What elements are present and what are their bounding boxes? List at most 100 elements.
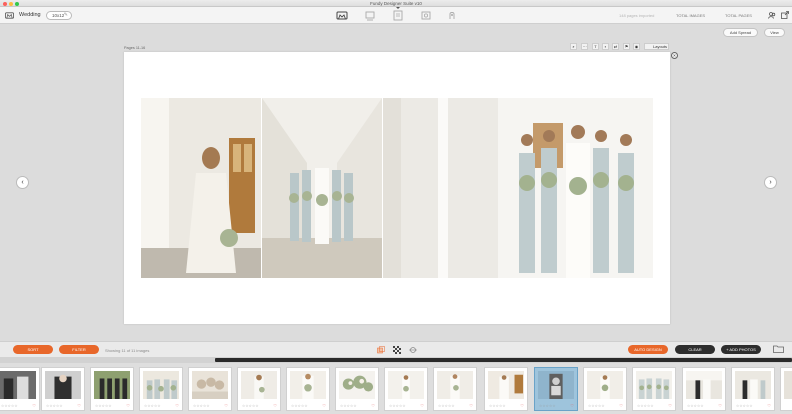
thumbnail-item[interactable]: ☆☆☆☆☆ ♡ <box>139 367 183 411</box>
favorite-heart-icon[interactable]: ♡ <box>126 403 130 408</box>
rating-stars[interactable]: ☆☆☆☆☆ <box>489 404 506 408</box>
filmstrip: ☆☆☆☆☆ ♡ ☆☆☆☆☆ ♡ ☆☆☆☆☆ ♡ ☆☆☆☆☆ ♡ ☆☆☆☆☆ ♡ … <box>0 363 792 414</box>
layouts-button[interactable]: Layouts <box>644 43 669 50</box>
favorite-heart-icon[interactable]: ♡ <box>469 403 473 408</box>
window-titlebar: Fundy Designer Suite v10 <box>0 0 792 7</box>
proof-icon[interactable] <box>446 10 458 21</box>
favorite-heart-icon[interactable]: ♡ <box>32 403 36 408</box>
thumbnail-item[interactable] <box>780 367 792 411</box>
export-icon[interactable] <box>781 11 789 19</box>
sort-button[interactable]: SORT <box>13 345 53 354</box>
rating-stars[interactable]: ☆☆☆☆☆ <box>637 404 654 408</box>
photo-bridal-party-group[interactable] <box>383 98 653 278</box>
close-spread-icon[interactable]: × <box>671 52 678 59</box>
mode-switcher <box>336 7 460 22</box>
thumbnail-item[interactable]: ☆☆☆☆☆ ♡ <box>682 367 726 411</box>
thumbnail-item[interactable]: ☆☆☆☆☆ ♡ <box>484 367 528 411</box>
thumbnail-item[interactable]: ☆☆☆☆☆ ♡ <box>0 367 40 411</box>
ruler-icon[interactable]: ⋯ <box>581 43 588 50</box>
favorite-heart-icon[interactable]: ♡ <box>273 403 277 408</box>
rating-stars[interactable]: ☆☆☆☆☆ <box>736 404 753 408</box>
album-spread[interactable] <box>124 52 670 324</box>
thumbnail-item[interactable]: ☆☆☆☆☆ ♡ <box>433 367 477 411</box>
previous-spread-button[interactable]: ‹ <box>16 176 29 189</box>
thumbnail-item[interactable]: ☆☆☆☆☆ ♡ <box>90 367 134 411</box>
favorite-heart-icon[interactable]: ♡ <box>520 403 524 408</box>
zoom-icon[interactable]: ⌕ <box>570 43 577 50</box>
favorite-heart-icon[interactable]: ♡ <box>668 403 672 408</box>
project-name[interactable]: Wedding <box>19 12 41 18</box>
favorite-heart-icon[interactable]: ♡ <box>619 403 623 408</box>
thumbnail-item[interactable]: ☆☆☆☆☆ ♡ <box>188 367 232 411</box>
thumbnail-item[interactable]: ☆☆☆☆☆ ♡ <box>583 367 627 411</box>
favorite-heart-icon[interactable]: ♡ <box>570 403 574 408</box>
thumbnail-item[interactable]: ☆☆☆☆☆ ♡ <box>731 367 775 411</box>
auto-design-button[interactable]: AUTO DESIGN <box>628 345 668 354</box>
album-size-selector[interactable]: 10x12 ✎ <box>46 10 72 20</box>
favorite-heart-icon[interactable]: ♡ <box>718 403 722 408</box>
favorite-heart-icon[interactable]: ♡ <box>420 403 424 408</box>
add-spread-button[interactable]: Add Spread <box>723 28 758 37</box>
grid-view-icon[interactable] <box>393 346 401 354</box>
favorite-heart-icon[interactable]: ♡ <box>224 403 228 408</box>
used-images-stat: 148 pages imported <box>619 13 655 18</box>
rating-stars[interactable]: ☆☆☆☆☆ <box>46 404 63 408</box>
rating-stars[interactable]: ☆☆☆☆☆ <box>588 404 605 408</box>
wall-art-icon[interactable] <box>364 10 376 21</box>
rating-stars[interactable]: ☆☆☆☆☆ <box>340 404 357 408</box>
flag-icon[interactable]: ⚑ <box>623 43 630 50</box>
rating-stars[interactable]: ☆☆☆☆☆ <box>242 404 259 408</box>
pages-indicator: Pages 11-16 <box>124 46 146 50</box>
album-size-value: 10x12 <box>52 12 65 18</box>
clear-button[interactable]: CLEAR <box>675 345 715 354</box>
swap-icon[interactable]: ⇄ <box>612 43 619 50</box>
album-designer-icon[interactable] <box>336 10 348 21</box>
chevron-left-icon: ‹ <box>21 179 24 186</box>
next-spread-button[interactable]: › <box>764 176 777 189</box>
folder-icon[interactable] <box>773 345 784 353</box>
favorite-heart-icon[interactable]: ♡ <box>322 403 326 408</box>
rating-stars[interactable]: ☆☆☆☆☆ <box>1 404 18 408</box>
filmstrip-scrollbar-thumb[interactable] <box>215 358 792 362</box>
photo-bride-portrait[interactable] <box>141 98 261 278</box>
favorite-heart-icon[interactable]: ♡ <box>77 403 81 408</box>
layouts-label: Layouts <box>653 44 668 49</box>
rating-stars[interactable]: ☆☆☆☆☆ <box>438 404 455 408</box>
text-tool-icon[interactable]: T <box>592 43 599 50</box>
rating-stars[interactable]: ☆☆☆☆☆ <box>193 404 210 408</box>
add-photos-button[interactable]: + ADD PHOTOS <box>721 345 761 354</box>
rating-stars[interactable]: ☆☆☆☆☆ <box>687 404 704 408</box>
total-pages-stat: TOTAL PAGES <box>725 13 752 18</box>
view-button[interactable]: View <box>764 28 785 37</box>
compare-icon[interactable] <box>409 346 417 354</box>
rating-stars[interactable]: ☆☆☆☆☆ <box>539 404 556 408</box>
favorite-heart-icon[interactable]: ♡ <box>767 403 771 408</box>
album-logo-icon[interactable] <box>5 11 14 20</box>
thumbnail-item[interactable]: ☆☆☆☆☆ ♡ <box>237 367 281 411</box>
favorite-heart-icon[interactable]: ♡ <box>371 403 375 408</box>
total-images-stat: TOTAL IMAGES <box>676 13 706 18</box>
rating-stars[interactable]: ☆☆☆☆☆ <box>291 404 308 408</box>
window-title: Fundy Designer Suite v10 <box>370 1 422 6</box>
thumbnail-item-selected[interactable]: ☆☆☆☆☆ ♡ <box>534 367 578 411</box>
eye-icon[interactable]: ◉ <box>633 43 640 50</box>
thumbnail-item[interactable]: ☆☆☆☆☆ ♡ <box>286 367 330 411</box>
thumbnail-item[interactable]: ☆☆☆☆☆ ♡ <box>41 367 85 411</box>
app-header: Wedding 10x12 ✎ 148 pages imported TOTAL… <box>0 7 792 24</box>
rating-stars[interactable]: ☆☆☆☆☆ <box>389 404 406 408</box>
image-brander-icon[interactable] <box>420 10 432 21</box>
shape-tool-icon[interactable]: ▪ <box>602 43 609 50</box>
thumbnail-item[interactable]: ☆☆☆☆☆ ♡ <box>384 367 428 411</box>
showing-count: Showing 11 of 11 images <box>105 348 150 353</box>
stack-icon[interactable] <box>377 346 385 354</box>
rating-stars[interactable]: ☆☆☆☆☆ <box>95 404 112 408</box>
favorite-heart-icon[interactable]: ♡ <box>175 403 179 408</box>
blog-collage-icon[interactable] <box>392 10 404 21</box>
rating-stars[interactable]: ☆☆☆☆☆ <box>144 404 161 408</box>
filter-button[interactable]: FILTER <box>59 345 99 354</box>
thumbnail-item[interactable]: ☆☆☆☆☆ ♡ <box>632 367 676 411</box>
thumbnail-item[interactable]: ☆☆☆☆☆ ♡ <box>335 367 379 411</box>
photo-bridal-party-porch[interactable] <box>262 98 382 278</box>
users-icon[interactable] <box>768 11 776 19</box>
edit-pencil-icon: ✎ <box>63 11 68 18</box>
